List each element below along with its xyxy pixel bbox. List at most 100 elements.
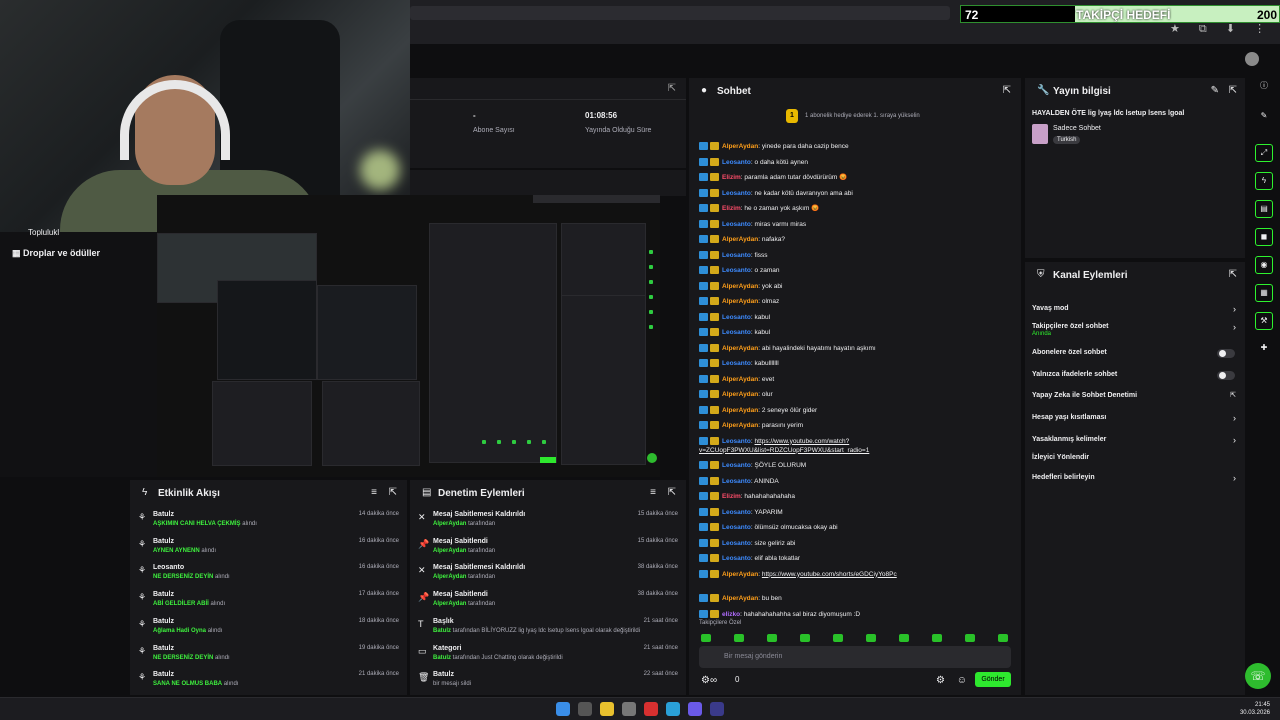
avatar[interactable] bbox=[1245, 52, 1259, 66]
emote-icon[interactable] bbox=[965, 634, 975, 642]
chat-username[interactable]: Leosanto bbox=[722, 314, 751, 321]
gear-icon[interactable]: ⚙ bbox=[936, 675, 945, 686]
chat-username[interactable]: elizko bbox=[722, 611, 740, 618]
chat-message[interactable]: Leosanto: kabul bbox=[699, 312, 770, 322]
chat-message[interactable]: Leosanto: elif abla tokatlar bbox=[699, 554, 800, 563]
channel-action-row[interactable]: Abonelere özel sohbet bbox=[1025, 348, 1245, 366]
channel-action-row[interactable]: Yalnızca ifadelerle sohbet bbox=[1025, 370, 1245, 388]
chat-username[interactable]: Elizim bbox=[722, 493, 741, 500]
emote-icon[interactable] bbox=[998, 634, 1008, 642]
chat-message[interactable]: Leosanto: o daha kötü aynen bbox=[699, 157, 808, 167]
document-icon[interactable]: ▤ bbox=[1255, 200, 1273, 218]
chat-message[interactable]: AlperAydan: yok abi bbox=[699, 281, 782, 291]
chat-message[interactable]: AlperAydan: nafaka? bbox=[699, 235, 785, 244]
chat-username[interactable]: Elizim bbox=[722, 174, 741, 181]
channel-action-row[interactable]: İzleyici Yönlendir bbox=[1025, 453, 1245, 471]
toggle-switch[interactable] bbox=[1217, 349, 1235, 358]
chat-message[interactable]: Leosanto: ölümsüz olmucaksa okay abi bbox=[699, 523, 838, 532]
activity-row[interactable]: ⚘ Batulz AŞKIMIN CANI HELVA ÇEKMİŞ alındı 1… bbox=[130, 508, 407, 534]
emote-icon[interactable]: ☺ bbox=[957, 675, 967, 686]
chat-username[interactable]: AlperAydan bbox=[722, 283, 758, 290]
chat-username[interactable]: AlperAydan bbox=[722, 391, 758, 398]
emote-icon[interactable] bbox=[833, 634, 843, 642]
chat-message[interactable]: Leosanto: miras varmı miras bbox=[699, 219, 806, 229]
pencil-icon[interactable]: ✎ bbox=[1255, 108, 1273, 126]
settings-icon[interactable]: ⚙∞ bbox=[701, 675, 717, 686]
emote-icon[interactable] bbox=[932, 634, 942, 642]
chat-username[interactable]: AlperAydan bbox=[722, 407, 758, 414]
popout-icon[interactable]: ⇱ bbox=[1003, 85, 1011, 96]
chat-username[interactable]: AlperAydan bbox=[722, 298, 758, 305]
activity-row[interactable]: ⚘ Batulz NE DERSENİZ DEYİN alındı 19 dakika… bbox=[130, 642, 407, 668]
chat-username[interactable]: Leosanto bbox=[722, 462, 751, 469]
search-icon[interactable] bbox=[578, 702, 592, 716]
chat-message[interactable]: elizko: hahahahahahha sal biraz diyomuşu… bbox=[699, 609, 860, 619]
chat-message[interactable]: Elizim: paramla adam tutar dövdürürüm 😡 bbox=[699, 173, 847, 182]
activity-row[interactable]: ⚘ Batulz SANA NE OLMUS BABA alındı 21 dakik… bbox=[130, 668, 407, 694]
chat-username[interactable]: Leosanto bbox=[722, 267, 751, 274]
chat-username[interactable]: Leosanto bbox=[722, 159, 751, 166]
chat-username[interactable]: Elizim bbox=[722, 205, 741, 212]
extensions-icon[interactable]: ✚ bbox=[1255, 340, 1273, 358]
browser-icon[interactable] bbox=[600, 702, 614, 716]
chat-username[interactable]: Leosanto bbox=[722, 438, 751, 445]
chat-username[interactable]: Leosanto bbox=[722, 360, 751, 367]
info-icon[interactable]: ⓘ bbox=[1255, 78, 1273, 96]
channel-action-row[interactable]: Yasaklanmış kelimeler › bbox=[1025, 435, 1245, 453]
popout-icon[interactable]: ⇱ bbox=[668, 487, 676, 498]
layout-icon[interactable]: ▦ bbox=[1255, 284, 1273, 302]
chat-username[interactable]: AlperAydan bbox=[722, 422, 758, 429]
chat-bubble-icon[interactable]: ◼ bbox=[1255, 228, 1273, 246]
tag-pill[interactable]: Turkish bbox=[1053, 136, 1081, 144]
expand-icon[interactable]: ⤢ bbox=[1255, 144, 1273, 162]
external-link-icon[interactable]: ⇱ bbox=[1230, 391, 1236, 399]
channel-action-row[interactable]: Yavaş mod › bbox=[1025, 304, 1245, 322]
activity-row[interactable]: ⚘ Batulz AYNEN AYNENN alındı 16 dakika önce bbox=[130, 535, 407, 561]
chat-message[interactable]: Leosanto: ŞÖYLE OLURUM bbox=[699, 461, 806, 470]
activity-row[interactable]: ⚘ Batulz ABİ GELDİLER ABİİ alındı 17 dakika… bbox=[130, 588, 407, 614]
chat-message[interactable]: Leosanto: https://www.youtube.com/watch?… bbox=[699, 436, 999, 455]
edit-icon[interactable]: ✎ bbox=[1211, 85, 1219, 96]
chat-message[interactable]: Leosanto: ne kadar kötü davranıyon ama a… bbox=[699, 188, 853, 198]
chat-username[interactable]: Leosanto bbox=[722, 221, 751, 228]
mod-action-row[interactable]: ▭ Kategori Batulz tarafından Just Chatting… bbox=[410, 642, 686, 668]
chat-username[interactable]: Leosanto bbox=[722, 555, 751, 562]
assistant-button[interactable]: ☏ bbox=[1245, 663, 1271, 689]
mod-action-row[interactable]: T Başlık Batulz tarafından BİLİYORUZZ lig … bbox=[410, 615, 686, 641]
chat-username[interactable]: AlperAydan bbox=[722, 571, 758, 578]
chat-message[interactable]: AlperAydan: parasını yerim bbox=[699, 421, 803, 430]
obs-icon[interactable] bbox=[710, 702, 724, 716]
chat-input[interactable]: Bir mesaj gönderin bbox=[699, 646, 1011, 668]
sidebar-item-drops[interactable]: ▦ Droplar ve ödüller bbox=[12, 248, 100, 259]
channel-action-row[interactable]: Takipçilere özel sohbet Anında › bbox=[1025, 322, 1245, 340]
channel-action-row[interactable]: Yapay Zeka ile Sohbet Denetimi ⇱ bbox=[1025, 391, 1245, 409]
chat-message[interactable]: Leosanto: fisss bbox=[699, 250, 768, 260]
filter-icon[interactable]: ≡ bbox=[371, 487, 377, 498]
opera-icon[interactable] bbox=[644, 702, 658, 716]
sub-gift-banner[interactable]: 1 abonelik hediye ederek 1. sıraya yükse… bbox=[805, 113, 920, 119]
emote-icon[interactable] bbox=[734, 634, 744, 642]
settings-icon[interactable] bbox=[622, 702, 636, 716]
chat-username[interactable]: Leosanto bbox=[722, 509, 751, 516]
emote-icon[interactable] bbox=[767, 634, 777, 642]
activity-row[interactable]: ⚘ Leosanto NE DERSENİZ DEYİN alındı 16 daki… bbox=[130, 561, 407, 587]
chat-message[interactable]: Leosanto: kabul bbox=[699, 328, 770, 337]
chat-message[interactable]: AlperAydan: evet bbox=[699, 374, 774, 384]
chat-message[interactable]: Leosanto: kabulllllll bbox=[699, 359, 779, 368]
chat-username[interactable]: AlperAydan bbox=[722, 376, 758, 383]
chat-message[interactable]: Leosanto: o zaman bbox=[699, 266, 779, 275]
edge-icon[interactable] bbox=[666, 702, 680, 716]
mod-action-row[interactable]: 📌 Mesaj Sabitlendi AlperAydan tarafından 38… bbox=[410, 588, 686, 614]
chat-message[interactable]: Elizim: he o zaman yok aşkım 😡 bbox=[699, 204, 819, 213]
emote-icon[interactable] bbox=[800, 634, 810, 642]
chat-username[interactable]: AlperAydan bbox=[722, 345, 758, 352]
activity-row[interactable]: ⚘ Batulz Ağlama Hadi Oyna alındı 18 dakika … bbox=[130, 615, 407, 641]
filter-icon[interactable]: ≡ bbox=[650, 487, 656, 498]
chat-message[interactable]: Leosanto: ANINDA bbox=[699, 476, 779, 486]
mod-action-row[interactable]: ✕ Mesaj Sabitlemesi Kaldırıldı AlperAydan … bbox=[410, 561, 686, 587]
wrench-icon[interactable]: ⚒ bbox=[1255, 312, 1273, 330]
mod-action-row[interactable]: 📌 Mesaj Sabitlendi AlperAydan tarafından 15… bbox=[410, 535, 686, 561]
chat-message[interactable]: Leosanto: YAPARIM bbox=[699, 507, 783, 517]
sidebar-item-community[interactable]: Toplulukl bbox=[28, 228, 59, 237]
popout-icon[interactable]: ⇱ bbox=[668, 83, 676, 94]
